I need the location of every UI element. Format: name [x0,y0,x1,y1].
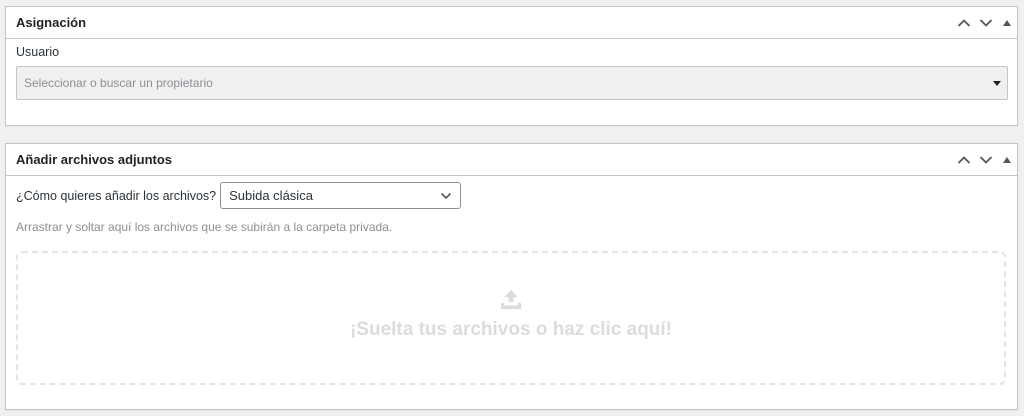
dropzone-text: ¡Suelta tus archivos o haz clic aquí! [349,319,673,340]
chevron-down-icon [979,155,993,164]
toggle-panel-button[interactable] [997,7,1017,39]
move-down-button[interactable] [975,144,997,176]
attachments-panel: Añadir archivos adjuntos ¿Cómo quieres a… [5,143,1018,410]
assignment-panel-title: Asignación [16,15,87,30]
assignment-panel-header: Asignación [6,7,1017,39]
attachments-panel-header: Añadir archivos adjuntos [6,144,1017,176]
upload-method-value: Subida clásica [229,188,313,203]
attachments-panel-actions [953,144,1017,175]
move-up-button[interactable] [953,7,975,39]
upload-icon [501,290,521,309]
owner-select-placeholder: Seleccionar o buscar un propietario [24,76,213,90]
toggle-panel-button[interactable] [997,144,1017,176]
upload-method-row: ¿Cómo quieres añadir los archivos? Subid… [16,182,462,209]
chevron-down-icon [441,192,452,199]
chevron-up-icon [957,18,971,27]
upload-method-label: ¿Cómo quieres añadir los archivos? [16,188,217,203]
move-up-button[interactable] [953,144,975,176]
chevron-down-icon [979,18,993,27]
assignment-panel-actions [953,7,1017,38]
move-down-button[interactable] [975,7,997,39]
chevron-up-icon [957,155,971,164]
dropzone-hint: Arrastrar y soltar aquí los archivos que… [16,220,393,234]
assignment-panel: Asignación Usuario Seleccionar o buscar … [5,6,1018,126]
owner-select[interactable]: Seleccionar o buscar un propietario [16,66,1008,100]
user-label: Usuario [16,45,60,59]
file-dropzone[interactable]: ¡Suelta tus archivos o haz clic aquí! [16,251,1006,385]
attachments-panel-title: Añadir archivos adjuntos [16,152,173,167]
upload-method-select[interactable]: Subida clásica [220,182,462,209]
caret-down-icon [990,76,1004,90]
triangle-up-icon [1003,156,1011,163]
triangle-up-icon [1003,19,1011,26]
